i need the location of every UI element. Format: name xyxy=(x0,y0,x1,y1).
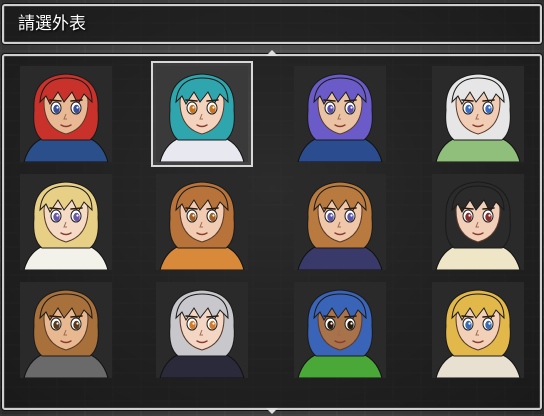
title-window: 請選外表 xyxy=(2,4,542,44)
face-option-silver-hair-flower-girl[interactable] xyxy=(152,278,252,382)
face-portrait-icon xyxy=(294,282,386,378)
face-option-white-hair-elder[interactable] xyxy=(428,62,528,166)
face-option-dark-hair-glasses-woman[interactable] xyxy=(428,170,528,274)
face-option-blonde-hair-woman[interactable] xyxy=(428,278,528,382)
face-option-brown-hair-boy[interactable] xyxy=(290,170,390,274)
face-option-blonde-priestess[interactable] xyxy=(16,170,116,274)
face-portrait-icon xyxy=(294,66,386,162)
face-portrait-icon xyxy=(432,174,524,270)
face-option-brown-hair-tattoo-youth[interactable] xyxy=(16,278,116,382)
face-option-red-hair-warrior[interactable] xyxy=(16,62,116,166)
face-portrait-icon xyxy=(432,282,524,378)
face-portrait-icon xyxy=(20,174,112,270)
face-option-purple-hair-knight[interactable] xyxy=(290,62,390,166)
face-option-teal-hair-girl[interactable] xyxy=(151,61,253,167)
face-grid xyxy=(4,56,540,408)
window-title: 請選外表 xyxy=(18,14,86,34)
face-portrait-icon xyxy=(20,66,112,162)
face-option-brown-hair-beastgirl[interactable] xyxy=(152,170,252,274)
face-portrait-icon xyxy=(156,282,248,378)
scroll-down-arrow-icon[interactable] xyxy=(266,408,278,414)
face-portrait-icon xyxy=(156,66,248,162)
face-portrait-icon xyxy=(20,282,112,378)
face-portrait-icon xyxy=(156,174,248,270)
face-portrait-icon xyxy=(432,66,524,162)
face-portrait-icon xyxy=(294,174,386,270)
face-selection-window xyxy=(2,50,542,414)
face-option-blue-hair-bandana-man[interactable] xyxy=(290,278,390,382)
